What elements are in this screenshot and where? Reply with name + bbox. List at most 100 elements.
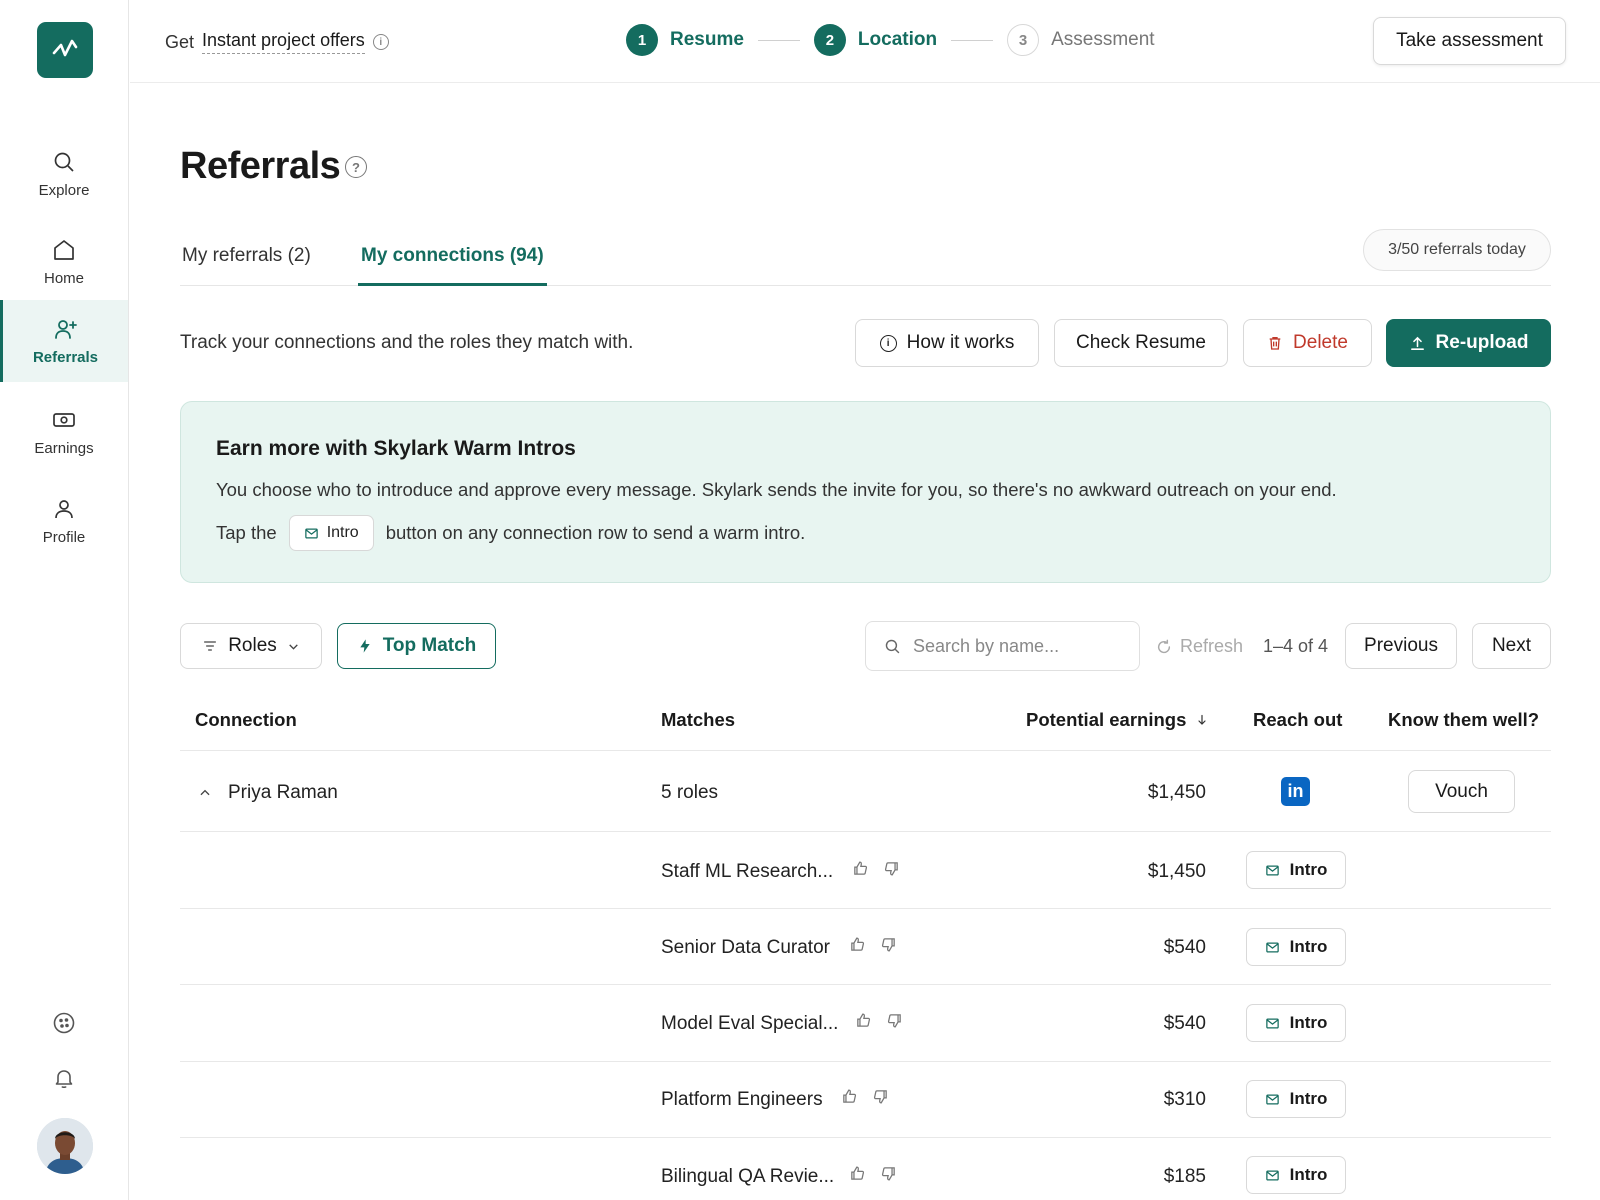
- intro-label: Intro: [1289, 860, 1328, 879]
- delete-button[interactable]: Delete: [1243, 319, 1372, 367]
- potential-earnings: $310: [1163, 1089, 1206, 1110]
- lightning-icon: [360, 639, 370, 653]
- bell-icon[interactable]: [50, 1064, 78, 1092]
- reupload-button[interactable]: Re-upload: [1386, 319, 1551, 367]
- search-input[interactable]: [913, 635, 1133, 657]
- filter-icon: [204, 641, 217, 651]
- sidebar-item-earnings[interactable]: Earnings: [0, 391, 128, 473]
- page-subtitle: Track your connections and the roles the…: [180, 332, 634, 353]
- intro-button[interactable]: Intro: [1246, 1004, 1346, 1042]
- app-logo[interactable]: [37, 22, 93, 78]
- thumbs-down-icon[interactable]: [886, 1012, 903, 1029]
- help-icon[interactable]: ?: [345, 156, 367, 178]
- warm-intros-banner: Earn more with Skylark Warm Intros You c…: [180, 401, 1551, 583]
- upload-icon: [1410, 336, 1424, 350]
- thumbs-down-icon[interactable]: [880, 1165, 897, 1182]
- intro-label: Intro: [1289, 1013, 1328, 1032]
- sidebar-item-label: Explore: [38, 181, 90, 199]
- refresh-icon: [1157, 639, 1171, 653]
- role-title[interactable]: Bilingual QA Revie...: [661, 1166, 834, 1188]
- feedback-buttons: [852, 860, 900, 877]
- table-divider: [180, 831, 1551, 832]
- roles-filter-dropdown[interactable]: Roles: [180, 623, 322, 669]
- intro-button[interactable]: Intro: [1246, 928, 1346, 966]
- table-divider: [180, 908, 1551, 909]
- table-divider: [180, 984, 1551, 985]
- sidebar: Explore Home Referrals Earnings Profile: [0, 0, 129, 1200]
- previous-page-button[interactable]: Previous: [1345, 623, 1457, 669]
- table-divider: [180, 750, 1551, 751]
- step-label: Resume: [670, 29, 744, 50]
- how-it-works-button[interactable]: i How it works: [855, 319, 1039, 367]
- feedback-buttons: [855, 1012, 903, 1029]
- top-match-label: Top Match: [382, 635, 477, 656]
- column-header-connection[interactable]: Connection: [195, 709, 297, 731]
- table-divider: [180, 1061, 1551, 1062]
- step-label: Assessment: [1051, 29, 1155, 50]
- sidebar-item-home[interactable]: Home: [0, 221, 128, 303]
- intro-button[interactable]: Intro: [1246, 851, 1346, 889]
- tab-my-connections[interactable]: My connections (94): [358, 245, 547, 286]
- role-title[interactable]: Model Eval Special...: [661, 1013, 838, 1035]
- referral-quota-badge: 3/50 referrals today: [1363, 229, 1551, 271]
- mail-icon: [1265, 1170, 1279, 1180]
- sidebar-item-explore[interactable]: Explore: [0, 133, 128, 215]
- cash-icon: [53, 412, 75, 427]
- trash-icon: [1269, 337, 1281, 350]
- vouch-button[interactable]: Vouch: [1408, 770, 1515, 813]
- sidebar-item-referrals[interactable]: Referrals: [0, 300, 128, 382]
- sidebar-item-profile[interactable]: Profile: [0, 480, 128, 562]
- step-location[interactable]: 2 Location: [813, 24, 937, 56]
- step-number: 2: [813, 24, 846, 56]
- thumbs-up-icon[interactable]: [852, 860, 869, 877]
- intro-label: Intro: [1289, 937, 1328, 956]
- intro-button[interactable]: Intro: [1246, 1080, 1346, 1118]
- thumbs-down-icon[interactable]: [883, 860, 900, 877]
- avatar[interactable]: [37, 1118, 93, 1174]
- roles-filter-label: Roles: [228, 635, 277, 656]
- user-icon: [55, 499, 73, 518]
- step-resume[interactable]: 1 Resume: [626, 24, 744, 56]
- intro-label: Intro: [1289, 1089, 1328, 1108]
- check-resume-button[interactable]: Check Resume: [1054, 319, 1228, 367]
- take-assessment-button[interactable]: Take assessment: [1373, 17, 1566, 65]
- connection-name[interactable]: Priya Raman: [228, 782, 338, 804]
- thumbs-up-icon[interactable]: [849, 1165, 866, 1182]
- potential-earnings: $1,450: [1147, 861, 1206, 882]
- sidebar-item-label: Profile: [42, 528, 86, 546]
- thumbs-down-icon[interactable]: [872, 1088, 889, 1105]
- home-icon: [54, 239, 74, 260]
- step-assessment[interactable]: 3 Assessment: [1007, 24, 1155, 56]
- sort-down-icon: [1198, 714, 1206, 725]
- intro-button[interactable]: Intro: [1246, 1156, 1346, 1194]
- column-header-earnings[interactable]: Potential earnings: [1026, 709, 1208, 731]
- role-title[interactable]: Staff ML Research...: [661, 861, 833, 883]
- refresh-button[interactable]: Refresh: [1156, 636, 1243, 657]
- page-title: Referrals: [180, 145, 341, 187]
- info-icon[interactable]: i: [372, 34, 389, 50]
- instant-offers-link[interactable]: Instant project offers: [202, 30, 365, 54]
- mail-icon: [1265, 942, 1279, 952]
- cookie-icon[interactable]: [50, 1009, 78, 1037]
- thumbs-down-icon[interactable]: [880, 936, 897, 953]
- thumbs-up-icon[interactable]: [849, 936, 866, 953]
- tab-my-referrals[interactable]: My referrals (2): [182, 245, 311, 283]
- next-page-button[interactable]: Next: [1472, 623, 1551, 669]
- linkedin-icon[interactable]: in: [1281, 777, 1310, 806]
- column-header-matches[interactable]: Matches: [661, 709, 735, 731]
- thumbs-up-icon[interactable]: [841, 1088, 858, 1105]
- pulse-logo-icon: [52, 39, 78, 57]
- role-title[interactable]: Platform Engineers: [661, 1089, 823, 1111]
- how-it-works-label: How it works: [906, 332, 1015, 353]
- sidebar-item-label: Home: [43, 269, 84, 287]
- intro-chip-label: Intro: [326, 524, 359, 541]
- offers-prefix: Get: [165, 31, 195, 52]
- banner-body: You choose who to introduce and approve …: [216, 479, 1337, 500]
- search-icon: [885, 639, 900, 653]
- search-field[interactable]: [865, 621, 1140, 671]
- chevron-up-icon[interactable]: [198, 786, 212, 800]
- intro-label: Intro: [1289, 1165, 1328, 1184]
- top-match-button[interactable]: Top Match: [337, 623, 496, 669]
- thumbs-up-icon[interactable]: [855, 1012, 872, 1029]
- role-title[interactable]: Senior Data Curator: [661, 937, 830, 959]
